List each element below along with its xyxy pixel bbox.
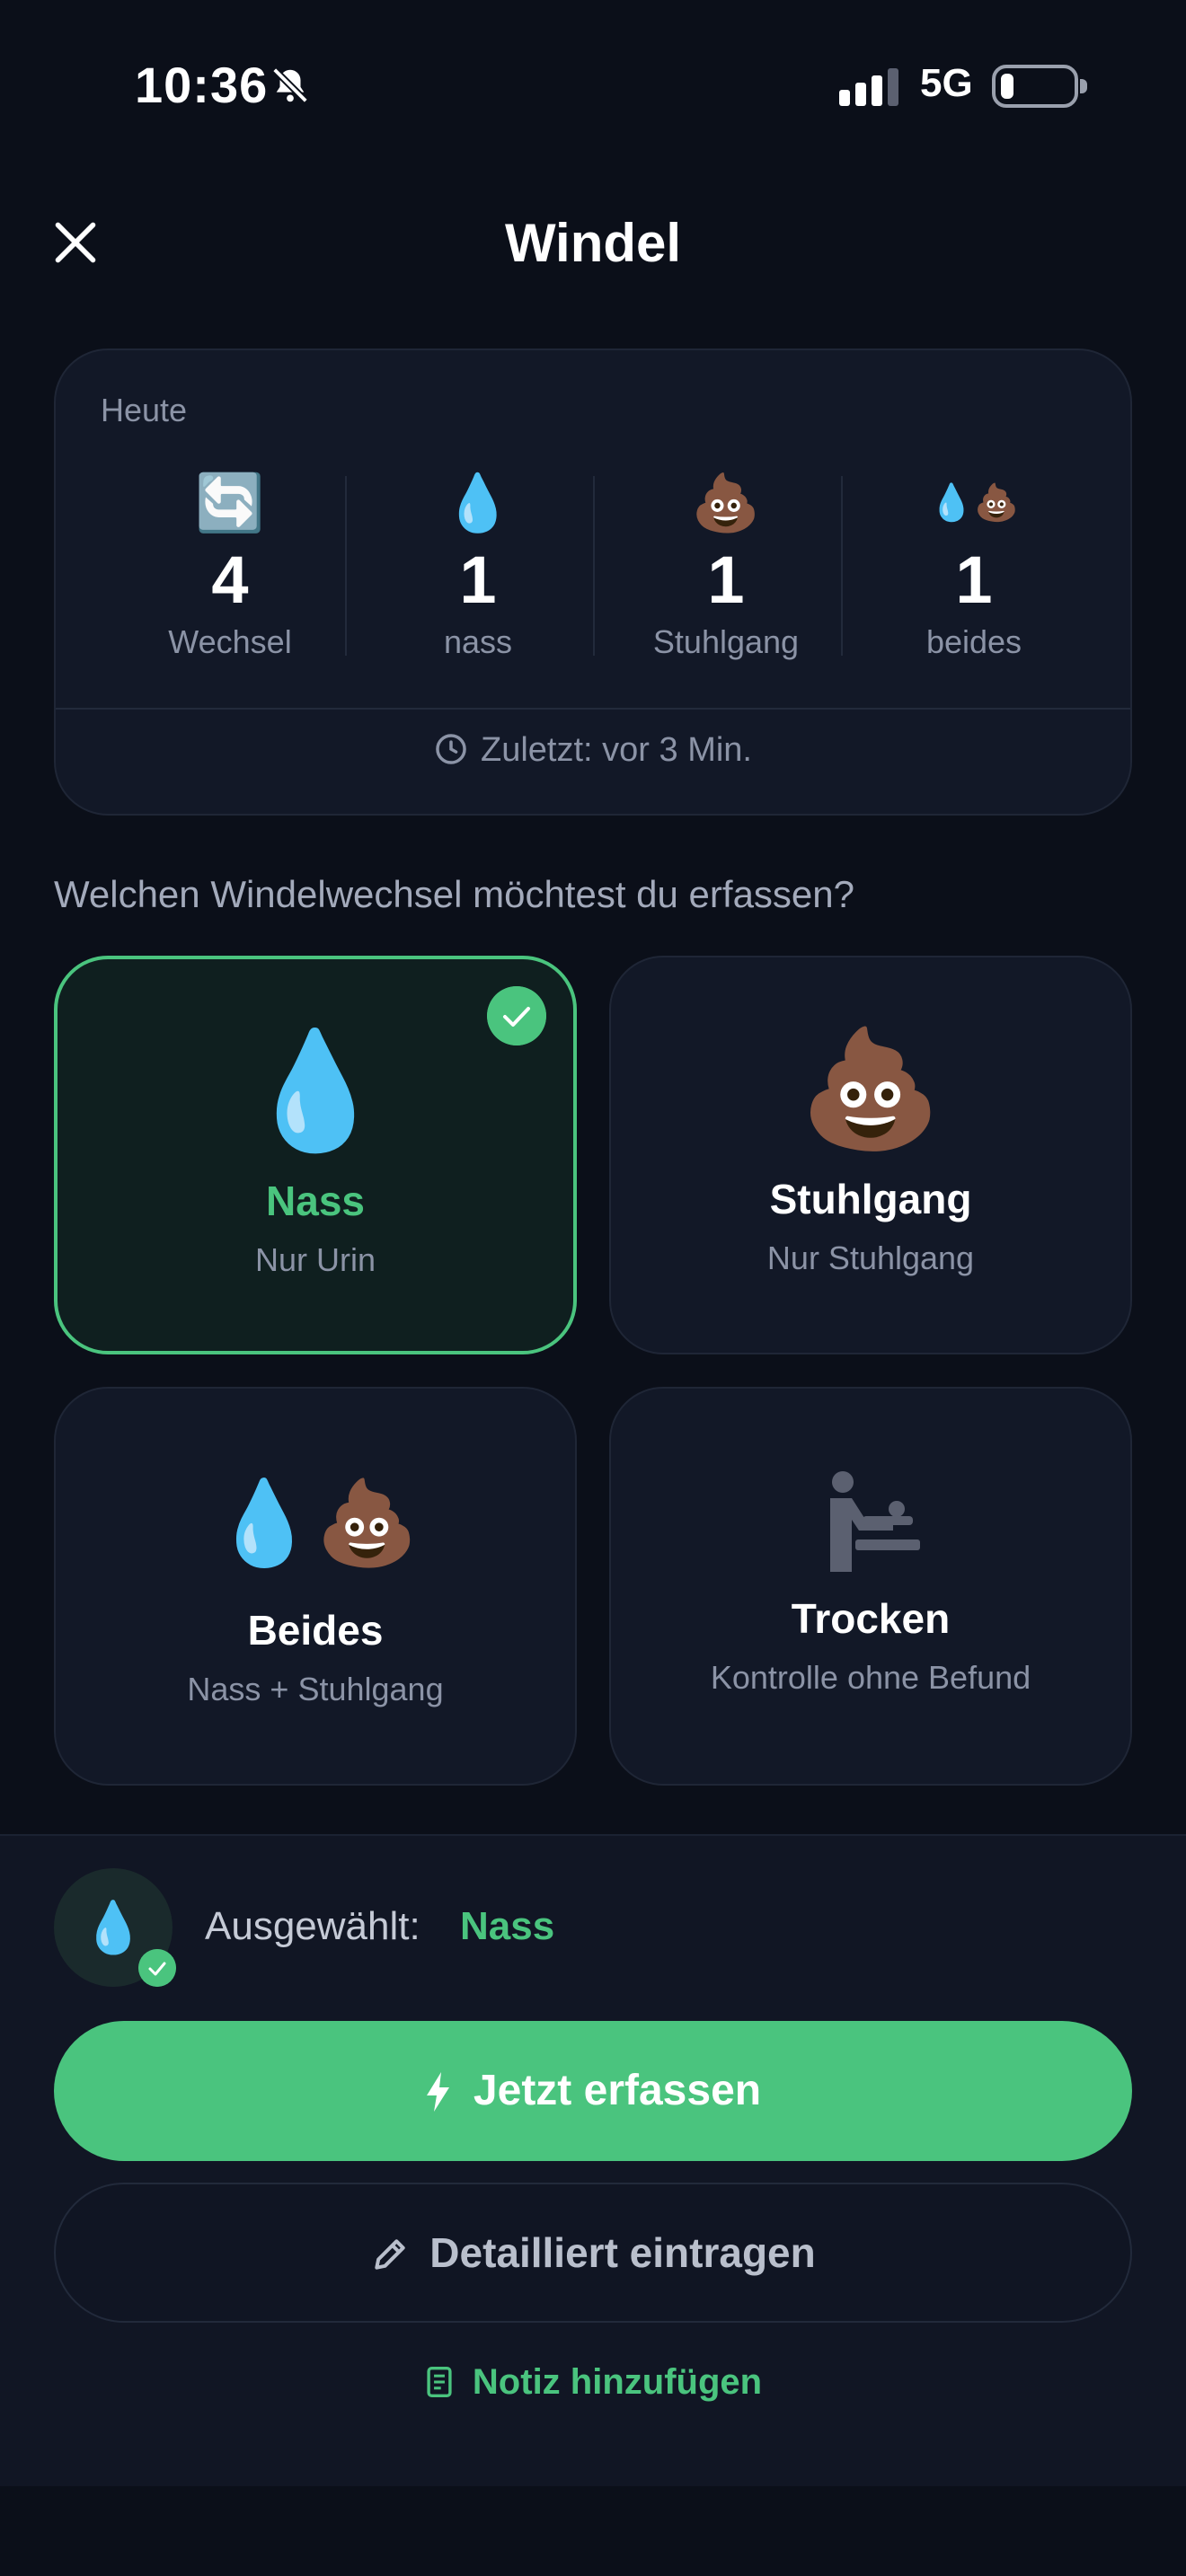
page-title: Windel <box>504 213 682 273</box>
option-description: Kontrolle ohne Befund <box>710 1659 1031 1696</box>
pencil-icon <box>375 2239 405 2270</box>
stat-changes: 🔄 4 Wechsel <box>106 467 354 660</box>
stat-label: beides <box>925 623 1022 660</box>
option-both[interactable]: 💧💩 Beides Nass + Stuhlgang <box>54 1387 577 1786</box>
add-note-link[interactable]: Notiz hinzufügen <box>0 2362 1186 2403</box>
option-dry[interactable]: Trocken Kontrolle ohne Befund <box>609 1387 1132 1786</box>
selected-label: Ausgewählt: <box>205 1904 420 1948</box>
refresh-icon: 🔄 <box>195 470 265 535</box>
stat-label: Stuhlgang <box>652 623 800 660</box>
clock-icon <box>436 734 466 764</box>
droplet-icon: 💧 <box>243 1024 387 1158</box>
option-description: Nass + Stuhlgang <box>187 1671 444 1707</box>
stat-value: 1 <box>707 543 745 617</box>
option-name: Nass <box>266 1178 365 1224</box>
selected-icon: 💧 <box>54 1868 176 1987</box>
selected-value: Nass <box>460 1904 555 1948</box>
network-type: 5G <box>920 61 973 105</box>
option-name: Trocken <box>791 1595 951 1642</box>
question-text: Welchen Windelwechsel möchtest du erfass… <box>54 873 855 915</box>
option-name: Stuhlgang <box>769 1176 972 1222</box>
divider <box>593 476 595 656</box>
divider <box>841 476 843 656</box>
check-icon <box>487 986 546 1045</box>
divider <box>56 708 1130 710</box>
stat-value: 1 <box>955 543 993 617</box>
battery-icon <box>992 65 1087 108</box>
option-wet[interactable]: 💧 Nass Nur Urin <box>54 956 577 1354</box>
stat-value: 1 <box>459 543 497 617</box>
stat-wet: 💧 1 nass <box>354 467 602 660</box>
droplet-poop-icon: 💧💩 <box>212 1475 419 1571</box>
stat-value: 4 <box>211 543 249 617</box>
option-name: Beides <box>247 1607 384 1654</box>
add-note-label: Notiz hinzufügen <box>472 2362 763 2402</box>
bell-muted-icon <box>272 67 308 103</box>
lightning-icon <box>426 2072 449 2112</box>
summary-heading: Heute <box>101 392 188 428</box>
option-description: Nur Stuhlgang <box>766 1239 975 1276</box>
stat-both: 💧💩 1 beides <box>850 467 1098 660</box>
stat-label: Wechsel <box>168 623 292 660</box>
last-change-text: Zuletzt: vor 3 Min. <box>481 731 752 769</box>
option-stool[interactable]: 💩 Stuhlgang Nur Stuhlgang <box>609 956 1132 1354</box>
signal-icon <box>839 68 898 106</box>
check-icon <box>138 1949 176 1987</box>
today-summary-card: Heute 🔄 4 Wechsel 💧 1 nass 💩 1 Stuhlgang… <box>54 348 1132 816</box>
divider <box>345 476 347 656</box>
stat-label: nass <box>443 623 513 660</box>
detailed-entry-button[interactable]: Detailliert eintragen <box>54 2183 1132 2323</box>
status-time: 10:36 <box>135 57 269 113</box>
droplet-icon: 💧 <box>443 470 513 535</box>
baby-changing-icon <box>830 1471 920 1572</box>
option-description: Nur Urin <box>254 1241 376 1278</box>
poop-icon: 💩 <box>691 470 761 535</box>
detailed-entry-label: Detailliert eintragen <box>429 2229 816 2276</box>
droplet-icon: 💧 <box>82 1899 145 1955</box>
record-now-button[interactable]: Jetzt erfassen <box>54 2021 1132 2161</box>
last-change: Zuletzt: vor 3 Min. <box>56 731 1130 770</box>
droplet-poop-icon: 💧💩 <box>929 482 1019 524</box>
note-icon <box>427 2367 452 2397</box>
poop-icon: 💩 <box>799 1022 943 1156</box>
record-now-label: Jetzt erfassen <box>473 2067 762 2114</box>
stat-stool: 💩 1 Stuhlgang <box>602 467 850 660</box>
